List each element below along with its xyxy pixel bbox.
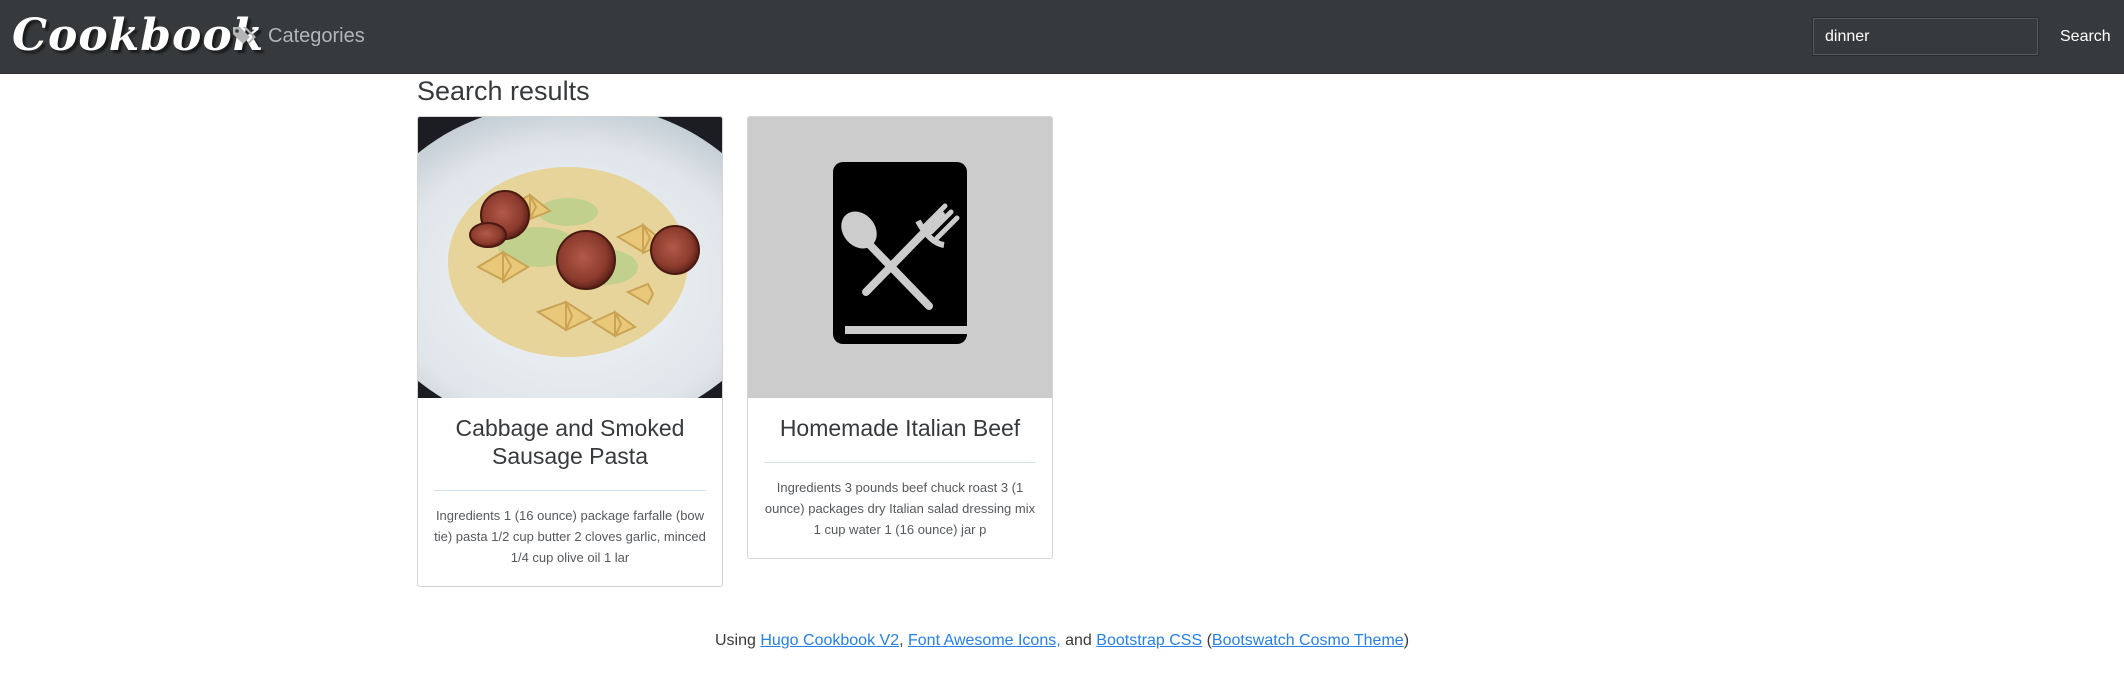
- recipe-title[interactable]: Cabbage and Smoked Sausage Pasta: [418, 414, 722, 470]
- recipe-excerpt: Ingredients 1 (16 ounce) package farfall…: [434, 508, 706, 565]
- tags-icon: [232, 25, 258, 47]
- recipe-card[interactable]: Homemade Italian Beef Ingredients 3 poun…: [747, 116, 1053, 559]
- divider: [764, 462, 1036, 463]
- recipe-title[interactable]: Homemade Italian Beef: [748, 414, 1052, 442]
- footer-link-hugo-cookbook[interactable]: Hugo Cookbook V2: [760, 632, 899, 649]
- brand-logo[interactable]: Cookbook: [12, 6, 264, 66]
- recipe-excerpt: Ingredients 3 pounds beef chuck roast 3 …: [764, 480, 1036, 537]
- cookbook-placeholder-icon[interactable]: [748, 117, 1052, 398]
- search-button[interactable]: Search: [2052, 17, 2117, 56]
- search-input[interactable]: [1812, 17, 2039, 56]
- pasta-photo[interactable]: [418, 117, 722, 398]
- footer: Using Hugo Cookbook V2, Font Awesome Ico…: [0, 632, 2124, 650]
- divider: [434, 490, 706, 491]
- nav-categories-label: Categories: [268, 24, 365, 47]
- footer-link-bootswatch[interactable]: Bootswatch Cosmo Theme: [1212, 632, 1404, 649]
- footer-link-bootstrap[interactable]: Bootstrap CSS: [1096, 632, 1202, 649]
- navbar: Cookbook Categories Search: [0, 0, 2124, 74]
- nav-categories-link[interactable]: Categories: [232, 20, 365, 52]
- footer-prefix: Using: [714, 632, 756, 649]
- footer-and: and: [1065, 632, 1092, 649]
- page-title: Search results: [417, 76, 590, 106]
- footer-separator: ,: [899, 632, 904, 649]
- footer-close-paren: ): [1403, 632, 1410, 649]
- recipe-card[interactable]: Cabbage and Smoked Sausage Pasta Ingredi…: [417, 116, 723, 587]
- footer-link-font-awesome[interactable]: Font Awesome Icons,: [908, 632, 1061, 649]
